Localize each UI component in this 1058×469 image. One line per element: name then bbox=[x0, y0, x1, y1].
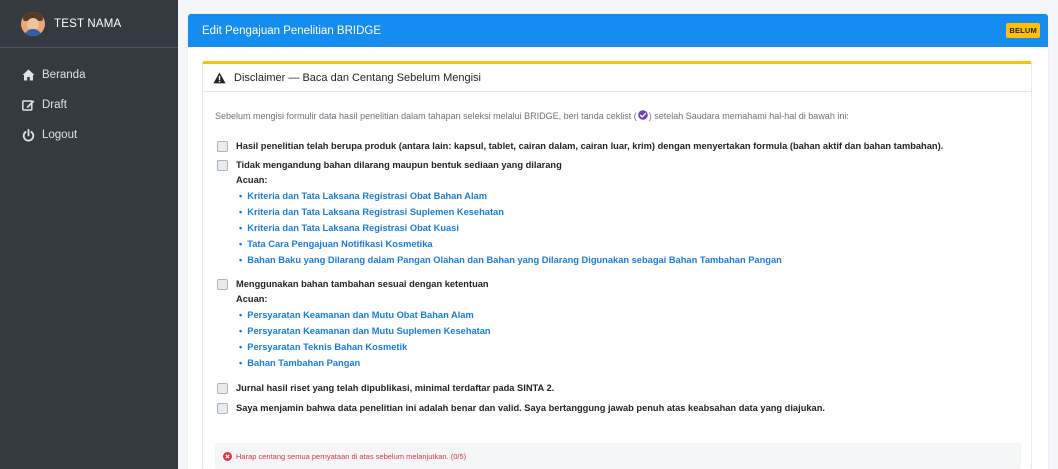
statement-checkbox[interactable] bbox=[217, 382, 228, 394]
avatar bbox=[21, 11, 45, 36]
disclaimer-header: Disclaimer — Baca dan Centang Sebelum Me… bbox=[203, 64, 1031, 92]
validation-message: Harap centang semua pernyataan di atas s… bbox=[215, 443, 1021, 469]
statement-checkbox[interactable] bbox=[217, 140, 228, 152]
statement-3: Menggunakan bahan tambahan sesuai dengan… bbox=[217, 277, 491, 371]
statement-checkbox[interactable] bbox=[217, 278, 228, 290]
statement-text: Tidak mengandung bahan dilarang maupun b… bbox=[236, 160, 562, 170]
edit-icon bbox=[21, 98, 35, 112]
reference-link[interactable]: Persyaratan Keamanan dan Mutu Obat Bahan… bbox=[236, 307, 491, 323]
statement-text: Hasil penelitian telah berupa produk (an… bbox=[236, 141, 944, 151]
statement-1: Hasil penelitian telah berupa produk (an… bbox=[217, 139, 943, 153]
sidebar-item-logout[interactable]: Logout bbox=[0, 120, 178, 150]
validation-text: Harap centang semua pernyataan di atas s… bbox=[236, 451, 467, 461]
intro-text-before: Sebelum mengisi formulir data hasil pene… bbox=[215, 111, 637, 121]
sidebar-item-label: Beranda bbox=[42, 69, 86, 81]
reference-list: Kriteria dan Tata Laksana Registrasi Oba… bbox=[236, 188, 782, 268]
reference-link[interactable]: Kriteria dan Tata Laksana Registrasi Oba… bbox=[236, 220, 782, 236]
sidebar-nav: Beranda Draft Logout bbox=[0, 48, 178, 150]
reference-link[interactable]: Tata Cara Pengajuan Notifikasi Kosmetika bbox=[236, 236, 782, 252]
acuan-label: Acuan: bbox=[236, 294, 268, 304]
home-icon bbox=[21, 68, 35, 82]
statement-5: Saya menjamin bahwa data penelitian ini … bbox=[217, 401, 825, 415]
reference-link[interactable]: Bahan Baku yang Dilarang dalam Pangan Ol… bbox=[236, 252, 782, 268]
check-icon bbox=[637, 110, 649, 122]
reference-link[interactable]: Kriteria dan Tata Laksana Registrasi Oba… bbox=[236, 188, 782, 204]
statement-text: Saya menjamin bahwa data penelitian ini … bbox=[236, 403, 825, 413]
statement-text: Jurnal hasil riset yang telah dipublikas… bbox=[236, 383, 555, 393]
reference-link[interactable]: Kriteria dan Tata Laksana Registrasi Sup… bbox=[236, 204, 782, 220]
reference-list: Persyaratan Keamanan dan Mutu Obat Bahan… bbox=[236, 307, 491, 371]
form-card: Edit Pengajuan Penelitian BRIDGE BELUM D… bbox=[188, 14, 1048, 469]
disclaimer-title: Disclaimer — Baca dan Centang Sebelum Me… bbox=[234, 71, 482, 84]
statement-checkbox[interactable] bbox=[217, 159, 228, 171]
card-header: Edit Pengajuan Penelitian BRIDGE BELUM bbox=[188, 14, 1048, 47]
sidebar-item-draft[interactable]: Draft bbox=[0, 90, 178, 120]
status-badge: BELUM bbox=[1006, 23, 1040, 38]
statement-4: Jurnal hasil riset yang telah dipublikas… bbox=[217, 381, 554, 395]
sidebar-item-beranda[interactable]: Beranda bbox=[0, 60, 178, 90]
page-title: Edit Pengajuan Penelitian BRIDGE bbox=[202, 24, 381, 37]
sidebar: TEST NAMA Beranda Draft Logout bbox=[0, 0, 178, 469]
disclaimer-intro: Sebelum mengisi formulir data hasil pene… bbox=[215, 110, 849, 122]
sidebar-item-label: Logout bbox=[42, 129, 78, 141]
reference-link[interactable]: Persyaratan Teknis Bahan Kosmetik bbox=[236, 339, 491, 355]
statement-text: Menggunakan bahan tambahan sesuai dengan… bbox=[236, 279, 489, 289]
reference-link[interactable]: Persyaratan Keamanan dan Mutu Suplemen K… bbox=[236, 323, 490, 339]
disclaimer-panel: Disclaimer — Baca dan Centang Sebelum Me… bbox=[202, 61, 1032, 469]
user-name: TEST NAMA bbox=[54, 17, 122, 30]
reference-link[interactable]: Bahan Tambahan Pangan bbox=[236, 355, 491, 371]
intro-text-after: ) setelah Saudara memahami hal-hal di ba… bbox=[648, 111, 849, 121]
error-icon bbox=[223, 451, 232, 461]
statement-checkbox[interactable] bbox=[217, 402, 228, 414]
power-icon bbox=[21, 128, 35, 142]
warning-icon bbox=[213, 72, 226, 84]
user-panel[interactable]: TEST NAMA bbox=[0, 0, 178, 48]
acuan-label: Acuan: bbox=[236, 175, 268, 185]
statement-2: Tidak mengandung bahan dilarang maupun b… bbox=[217, 158, 782, 268]
sidebar-item-label: Draft bbox=[42, 99, 67, 111]
